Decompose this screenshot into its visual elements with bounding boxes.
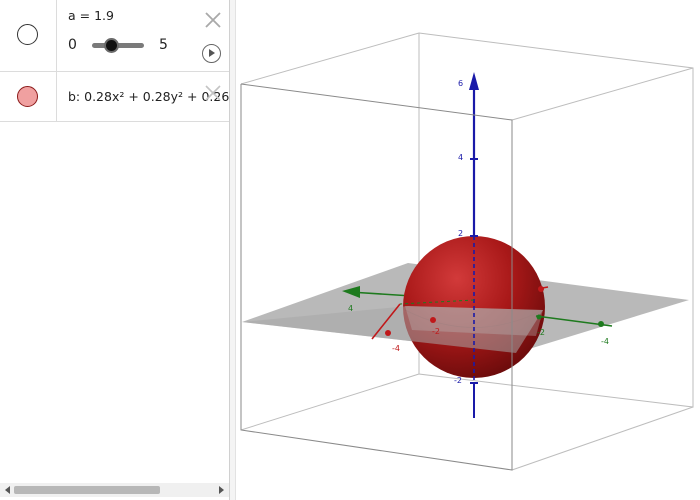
geogebra-3d-app: a = 1.9 0 5 b: 0.28x² + 0.28y² + 0.26z 6… (0, 0, 700, 500)
x-tick-label: -2 (432, 327, 440, 336)
scrollbar-thumb[interactable] (14, 486, 160, 494)
slider-expression[interactable]: a = 1.9 (68, 8, 114, 23)
visibility-toggle-icon[interactable] (17, 24, 38, 45)
y-tick-label: -4 (601, 337, 609, 346)
scroll-right-icon[interactable] (215, 483, 227, 497)
marble-cell (0, 72, 57, 121)
y-tick-label: -2 (537, 328, 545, 337)
delete-icon[interactable] (204, 84, 222, 102)
graphics-canvas[interactable]: 6 4 2 -2 4 -4 -2 -4 -2 (236, 0, 700, 500)
z-tick-label: 6 (458, 79, 463, 88)
graphics-3d-view[interactable]: 6 4 2 -2 4 -4 -2 -4 -2 (236, 0, 700, 500)
play-icon[interactable] (202, 44, 221, 63)
marble-cell (0, 0, 57, 71)
algebra-view: a = 1.9 0 5 b: 0.28x² + 0.28y² + 0.26z (0, 0, 236, 500)
x-tick-label: -4 (392, 344, 400, 353)
algebra-row-sphere[interactable]: b: 0.28x² + 0.28y² + 0.26z (0, 72, 236, 122)
z-tick-label: 4 (458, 153, 463, 162)
delete-icon[interactable] (204, 11, 222, 29)
z-tick-label: -2 (454, 376, 462, 385)
slider-knob[interactable] (104, 38, 120, 53)
y-tick-label: 4 (348, 304, 353, 313)
horizontal-scrollbar[interactable] (0, 483, 229, 497)
scroll-left-icon[interactable] (2, 483, 14, 497)
z-tick-label: 2 (458, 229, 463, 238)
visibility-toggle-icon[interactable] (17, 86, 38, 107)
slider-max-label: 5 (159, 37, 168, 53)
slider-min-label: 0 (68, 37, 77, 53)
algebra-row-slider[interactable]: a = 1.9 0 5 (0, 0, 229, 72)
panel-divider[interactable] (229, 0, 236, 500)
